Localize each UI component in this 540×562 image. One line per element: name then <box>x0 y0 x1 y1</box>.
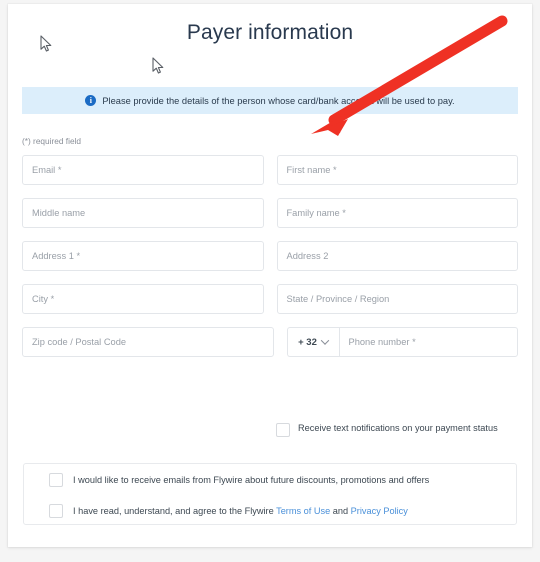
privacy-policy-link[interactable]: Privacy Policy <box>351 506 408 516</box>
terms-consent-label: I have read, understand, and agree to th… <box>73 506 408 516</box>
terms-consent-checkbox[interactable] <box>49 504 63 518</box>
address-2-field[interactable]: Address 2 <box>276 241 518 271</box>
address-1-field[interactable]: Address 1 * <box>22 241 264 271</box>
consent-box: I would like to receive emails from Flyw… <box>23 463 517 525</box>
info-circle-icon: i <box>85 95 97 106</box>
terms-of-use-link[interactable]: Terms of Use <box>276 506 330 516</box>
form-row-middlename-familyname: Middle name Family name * <box>22 198 518 228</box>
form-row-email-firstname: Email * First name * <box>22 155 518 185</box>
payer-information-page: Payer information i Please provide the d… <box>0 0 540 562</box>
country-code-select[interactable]: + 32 <box>286 327 339 357</box>
middle-name-field-placeholder: Middle name <box>32 208 86 218</box>
form-row-city-state: City * State / Province / Region <box>22 284 518 314</box>
required-field-note: (*) required field <box>22 136 82 146</box>
payer-form: Email * First name * Middle name Family … <box>22 155 518 370</box>
first-name-field[interactable]: First name * <box>276 155 518 185</box>
terms-consent-conjunction: and <box>330 505 351 516</box>
phone-number-field[interactable]: Phone number * <box>338 327 518 357</box>
sms-optin-label: Receive text notifications on your payme… <box>298 423 498 433</box>
family-name-field[interactable]: Family name * <box>276 198 518 228</box>
sms-optin-checkbox[interactable] <box>276 423 290 437</box>
address-2-field-placeholder: Address 2 <box>286 251 329 261</box>
phone-group: + 32 Phone number * <box>286 327 518 357</box>
page-title: Payer information <box>186 21 354 44</box>
form-row-zip-phone: Zip code / Postal Code + 32 Phone number… <box>22 327 518 357</box>
state-province-region-field-placeholder: State / Province / Region <box>286 294 390 304</box>
first-name-field-placeholder: First name * <box>286 165 337 175</box>
phone-number-field-placeholder: Phone number * <box>348 337 416 347</box>
zip-postal-code-field[interactable]: Zip code / Postal Code <box>22 327 274 357</box>
city-field-placeholder: City * <box>32 294 55 304</box>
marketing-consent-checkbox[interactable] <box>49 473 63 487</box>
marketing-consent-row[interactable]: I would like to receive emails from Flyw… <box>24 464 516 495</box>
chevron-down-icon <box>320 336 330 345</box>
address-1-field-placeholder: Address 1 * <box>32 251 81 261</box>
marketing-consent-label: I would like to receive emails from Flyw… <box>73 474 430 485</box>
country-code-value: + 32 <box>298 336 317 348</box>
terms-consent-row[interactable]: I have read, understand, and agree to th… <box>24 495 516 526</box>
zip-postal-code-field-placeholder: Zip code / Postal Code <box>32 337 127 347</box>
form-row-address: Address 1 * Address 2 <box>22 241 518 271</box>
terms-consent-prefix: I have read, understand, and agree to th… <box>73 505 277 516</box>
email-field-placeholder: Email * <box>32 165 62 175</box>
info-banner-text: Please provide the details of the person… <box>102 95 455 106</box>
middle-name-field[interactable]: Middle name <box>22 198 264 228</box>
email-field[interactable]: Email * <box>22 155 264 185</box>
family-name-field-placeholder: Family name * <box>286 208 346 218</box>
state-province-region-field[interactable]: State / Province / Region <box>276 284 518 314</box>
form-card: Payer information i Please provide the d… <box>8 4 532 547</box>
city-field[interactable]: City * <box>22 284 264 314</box>
info-banner: i Please provide the details of the pers… <box>22 87 518 114</box>
sms-optin-row[interactable]: Receive text notifications on your payme… <box>276 422 521 437</box>
